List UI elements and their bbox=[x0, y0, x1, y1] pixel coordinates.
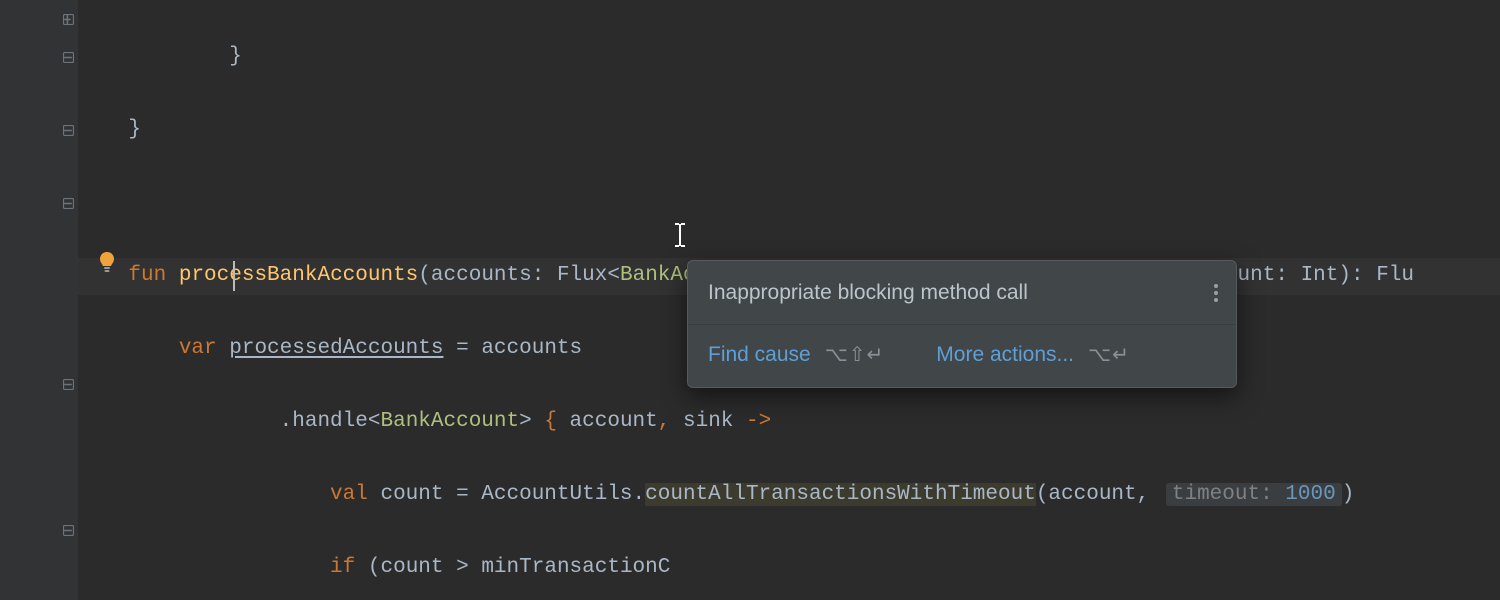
keyword-fun: fun bbox=[128, 264, 166, 287]
arg: account bbox=[1048, 483, 1136, 506]
fold-marker-icon[interactable] bbox=[62, 13, 75, 26]
op: > bbox=[456, 556, 469, 579]
fold-marker-icon[interactable] bbox=[62, 378, 75, 391]
find-cause-link[interactable]: Find cause bbox=[708, 337, 811, 374]
generic-type: BankAccount bbox=[380, 410, 519, 433]
method: handle bbox=[292, 410, 368, 433]
punct: . bbox=[280, 410, 293, 433]
inspection-title: Inappropriate blocking method call bbox=[708, 275, 1028, 312]
shortcut-hint: ⌥⇧↵ bbox=[825, 337, 885, 374]
identifier: count bbox=[380, 556, 443, 579]
fold-marker-icon[interactable] bbox=[62, 51, 75, 64]
lambda-arg: account bbox=[570, 410, 658, 433]
more-actions-link[interactable]: More actions... bbox=[936, 337, 1074, 374]
more-vert-icon[interactable] bbox=[1214, 284, 1218, 302]
fold-marker-icon[interactable] bbox=[62, 124, 75, 137]
type: Flux bbox=[557, 264, 607, 287]
identifier: accounts bbox=[481, 337, 582, 360]
op: = bbox=[443, 483, 481, 506]
op: = bbox=[444, 337, 482, 360]
param: accounts bbox=[431, 264, 532, 287]
fold-marker-icon[interactable] bbox=[62, 197, 75, 210]
editor-gutter bbox=[0, 0, 78, 600]
shortcut-hint: ⌥↵ bbox=[1088, 337, 1130, 374]
param-hint-value: 1000 bbox=[1285, 483, 1335, 506]
class-ref: AccountUtils bbox=[481, 483, 632, 506]
type: Int bbox=[1301, 264, 1339, 287]
identifier: minTransactionC bbox=[481, 556, 670, 579]
fold-marker-icon[interactable] bbox=[62, 524, 75, 537]
keyword-if: if bbox=[330, 556, 355, 579]
keyword-val: val bbox=[330, 483, 368, 506]
return-type: Flu bbox=[1376, 264, 1414, 287]
text-caret bbox=[233, 261, 235, 291]
variable: count bbox=[380, 483, 443, 506]
highlighted-method-call: countAllTransactionsWithTimeout bbox=[645, 483, 1036, 506]
function-name: processBankAccounts bbox=[179, 264, 418, 287]
inspection-tooltip: Inappropriate blocking method call Find … bbox=[687, 260, 1237, 388]
arrow: -> bbox=[746, 410, 771, 433]
lambda-arg: sink bbox=[683, 410, 733, 433]
keyword-var: var bbox=[179, 337, 217, 360]
variable: processedAccounts bbox=[229, 337, 443, 360]
param-hint-key: timeout: bbox=[1172, 483, 1273, 506]
